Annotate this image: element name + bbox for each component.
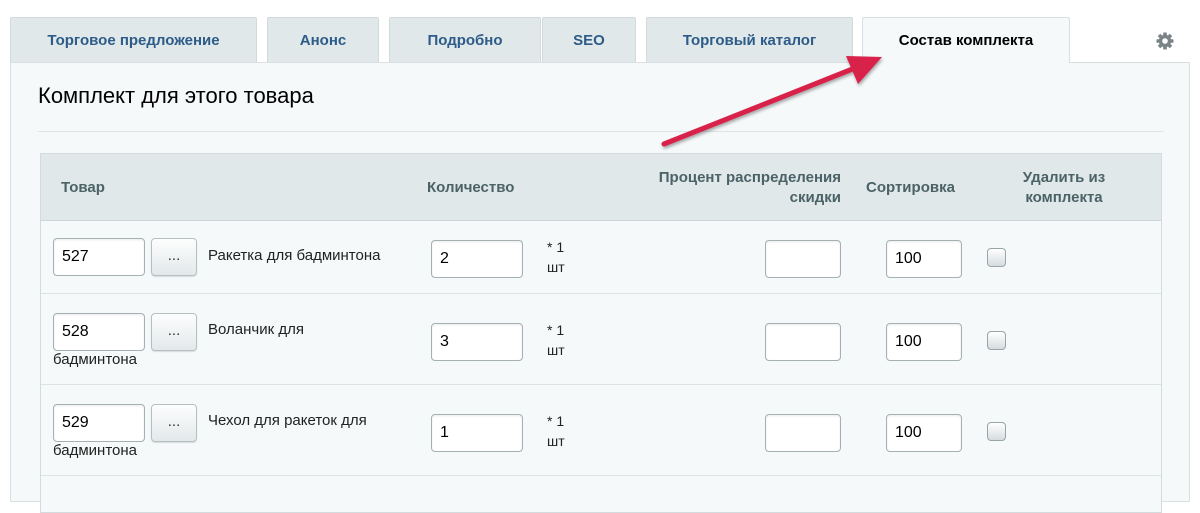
product-name: Воланчик для [208, 321, 304, 338]
tab-label: SEO [573, 31, 605, 49]
tab-details[interactable]: Подробно [389, 17, 541, 62]
tab-announce[interactable]: Анонс [267, 17, 379, 62]
header-delete-line1: Удалить из [1022, 169, 1106, 186]
tab-label: Подробно [427, 31, 503, 49]
browse-product-button[interactable]: ... [151, 313, 197, 351]
header-delete: Удалить из комплекта [991, 168, 1137, 208]
set-items-table: Товар Количество Процент распределения с… [40, 153, 1162, 513]
tab-label: Торговый каталог [682, 31, 817, 49]
unit-label: * 1 шт [547, 320, 577, 360]
table-row: 528 ... Воланчик для бадминтона 3 * 1 шт… [41, 294, 1161, 385]
header-sort: Сортировка [866, 179, 955, 196]
delete-checkbox[interactable] [987, 331, 1006, 350]
delete-checkbox[interactable] [987, 422, 1006, 441]
header-discount-line1: Процент распределения [658, 169, 841, 186]
unit-label: * 1 шт [547, 237, 577, 277]
quantity-input[interactable]: 2 [431, 240, 523, 278]
header-discount-line2: скидки [789, 189, 841, 206]
table-row: 527 ... Ракетка для бадминтона 2 * 1 шт … [41, 221, 1161, 294]
header-delete-line2: комплекта [1025, 189, 1103, 206]
unit-name: шт [547, 259, 565, 275]
discount-input[interactable] [765, 240, 841, 278]
discount-input[interactable] [765, 323, 841, 361]
product-name-continued: бадминтона [53, 351, 137, 368]
tab-trade-offer[interactable]: Торговое предложение [10, 17, 257, 62]
unit-label: * 1 шт [547, 411, 577, 451]
page-title: Комплект для этого товара [38, 83, 314, 108]
tab-content-panel: Комплект для этого товара Товар Количест… [10, 62, 1190, 513]
sort-input[interactable]: 100 [886, 323, 962, 361]
gear-icon[interactable] [1155, 31, 1175, 51]
unit-multiplier: * 1 [547, 239, 565, 255]
product-name: Ракетка для бадминтона [208, 247, 381, 264]
table-row: 529 ... Чехол для ракеток для бадминтона… [41, 385, 1161, 476]
sort-input[interactable]: 100 [886, 414, 962, 452]
tab-trade-catalog[interactable]: Торговый каталог [646, 17, 853, 62]
delete-checkbox[interactable] [987, 248, 1006, 267]
quantity-input[interactable]: 3 [431, 323, 523, 361]
tab-label: Анонс [299, 31, 347, 49]
browse-product-button[interactable]: ... [151, 238, 197, 276]
tab-seo[interactable]: SEO [542, 17, 636, 62]
unit-name: шт [547, 342, 565, 358]
tab-label: Торговое предложение [47, 31, 220, 49]
unit-multiplier: * 1 [547, 322, 565, 338]
header-product: Товар [61, 179, 105, 196]
unit-name: шт [547, 433, 565, 449]
header-quantity: Количество [427, 179, 515, 196]
table-header: Товар Количество Процент распределения с… [41, 154, 1161, 221]
product-name: Чехол для ракеток для [208, 412, 367, 429]
browse-product-button[interactable]: ... [151, 404, 197, 442]
product-name-continued: бадминтона [53, 442, 137, 459]
header-discount: Процент распределения скидки [601, 168, 841, 208]
quantity-input[interactable]: 1 [431, 414, 523, 452]
sort-input[interactable]: 100 [886, 240, 962, 278]
product-id-input[interactable]: 527 [53, 238, 145, 276]
divider [38, 131, 1164, 132]
unit-multiplier: * 1 [547, 413, 565, 429]
discount-input[interactable] [765, 414, 841, 452]
tab-set-composition[interactable]: Состав комплекта [862, 17, 1070, 63]
tab-label: Состав комплекта [898, 32, 1034, 49]
